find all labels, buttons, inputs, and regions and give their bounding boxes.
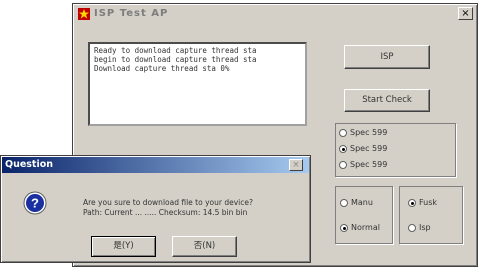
radio-icon [339, 128, 347, 137]
no-button[interactable]: 否(N) [172, 236, 237, 257]
radio-checked-icon [340, 223, 348, 232]
spec-radio-1[interactable]: Spec 599 [339, 128, 387, 137]
log-line: Download capture thread sta 0% [94, 64, 230, 73]
question-icon: ? [23, 191, 47, 215]
window-title: ISP Test AP [94, 8, 169, 19]
radio-icon [340, 198, 348, 207]
svg-text:?: ? [31, 196, 39, 211]
normal-radio[interactable]: Normal [340, 223, 380, 232]
start-check-button[interactable]: Start Check [344, 89, 430, 112]
radio-icon [339, 160, 347, 169]
question-dialog: Question × ? Are you sure to download fi… [0, 155, 311, 263]
log-line: Ready to download capture thread sta [94, 46, 257, 55]
dialog-title-bar[interactable]: Question × [2, 157, 309, 173]
spec-group: Spec 599 Spec 599 Spec 599 [335, 123, 456, 177]
dialog-message: Are you sure to download file to your de… [83, 198, 253, 217]
dialog-close-button[interactable]: × [289, 159, 303, 171]
mode-group-left: Manu Normal [335, 186, 393, 244]
isp-radio[interactable]: Isp [408, 223, 431, 232]
close-icon: × [461, 8, 470, 19]
mode-group-right: Fusk Isp [399, 186, 463, 244]
spec-radio-3[interactable]: Spec 599 [339, 160, 387, 169]
close-button[interactable]: × [458, 7, 473, 20]
yes-button[interactable]: 是(Y) [91, 236, 156, 257]
radio-icon [408, 223, 416, 232]
spec-radio-2[interactable]: Spec 599 [339, 144, 387, 153]
manu-radio[interactable]: Manu [340, 198, 373, 207]
log-textbox[interactable]: Ready to download capture thread sta beg… [88, 42, 307, 126]
isp-button[interactable]: ISP [344, 45, 430, 69]
radio-checked-icon [339, 144, 347, 153]
main-title-bar[interactable]: ISP Test AP × [75, 6, 475, 23]
app-icon [78, 8, 90, 20]
close-icon: × [292, 160, 300, 170]
log-line: begin to download capture thread sta [94, 55, 257, 64]
dialog-title: Question [5, 159, 54, 170]
radio-checked-icon [408, 198, 416, 207]
fusk-radio[interactable]: Fusk [408, 198, 437, 207]
